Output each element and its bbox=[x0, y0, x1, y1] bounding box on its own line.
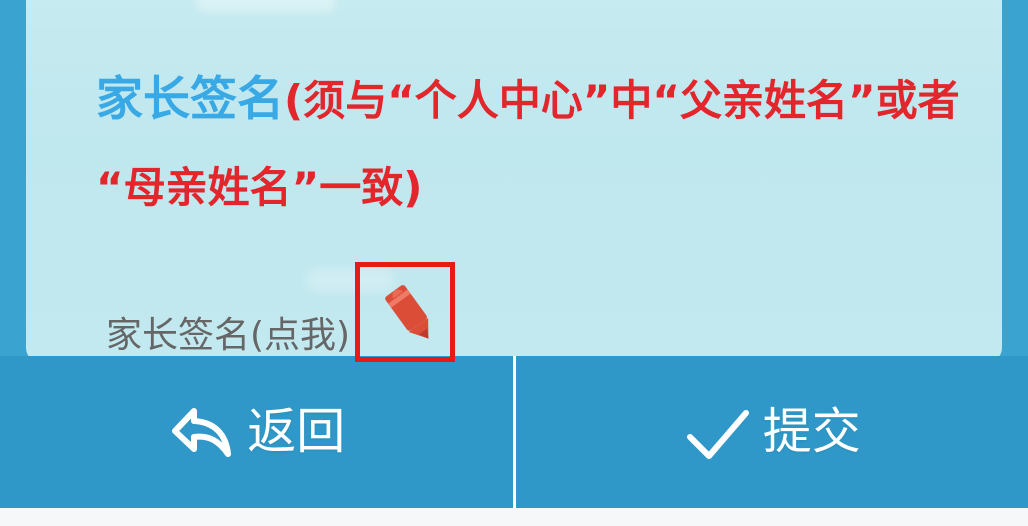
submit-button-label: 提交 bbox=[762, 403, 861, 460]
back-button[interactable]: 返回 bbox=[0, 356, 513, 508]
parent-signature-heading: 家长签名 bbox=[96, 72, 284, 127]
signature-name-requirement: (须与“个人中心”中“父亲姓名”或者 bbox=[284, 76, 960, 125]
submit-button[interactable]: 提交 bbox=[512, 356, 1028, 508]
signature-instruction-line-1: 家长签名(须与“个人中心”中“父亲姓名”或者 bbox=[96, 72, 960, 128]
parent-signature-link[interactable]: 家长签名(点我) bbox=[106, 315, 350, 356]
submit-button-content: 提交 bbox=[683, 397, 861, 467]
checkmark-icon bbox=[686, 410, 749, 459]
decorative-blur-top bbox=[196, 0, 336, 12]
signature-name-requirement-continuation: “母亲姓名”一致) bbox=[96, 163, 423, 212]
signature-form-card: 家长签名(须与“个人中心”中“父亲姓名”或者 “母亲姓名”一致) 家长签名(点我… bbox=[26, 0, 1002, 362]
form-action-bar: 返回 提交 bbox=[0, 356, 1028, 508]
bottom-safe-area bbox=[0, 508, 1028, 526]
pencil-icon[interactable] bbox=[378, 277, 444, 349]
mobile-form-screen: 家长签名(须与“个人中心”中“父亲姓名”或者 “母亲姓名”一致) 家长签名(点我… bbox=[0, 0, 1028, 526]
signature-pencil-button[interactable] bbox=[355, 262, 455, 362]
parent-signature-row[interactable]: 家长签名(点我) bbox=[106, 309, 350, 362]
back-button-label: 返回 bbox=[247, 403, 346, 460]
back-arrow-icon bbox=[172, 408, 232, 457]
back-button-content: 返回 bbox=[167, 397, 345, 467]
signature-instruction-line-2: “母亲姓名”一致) bbox=[96, 160, 422, 216]
